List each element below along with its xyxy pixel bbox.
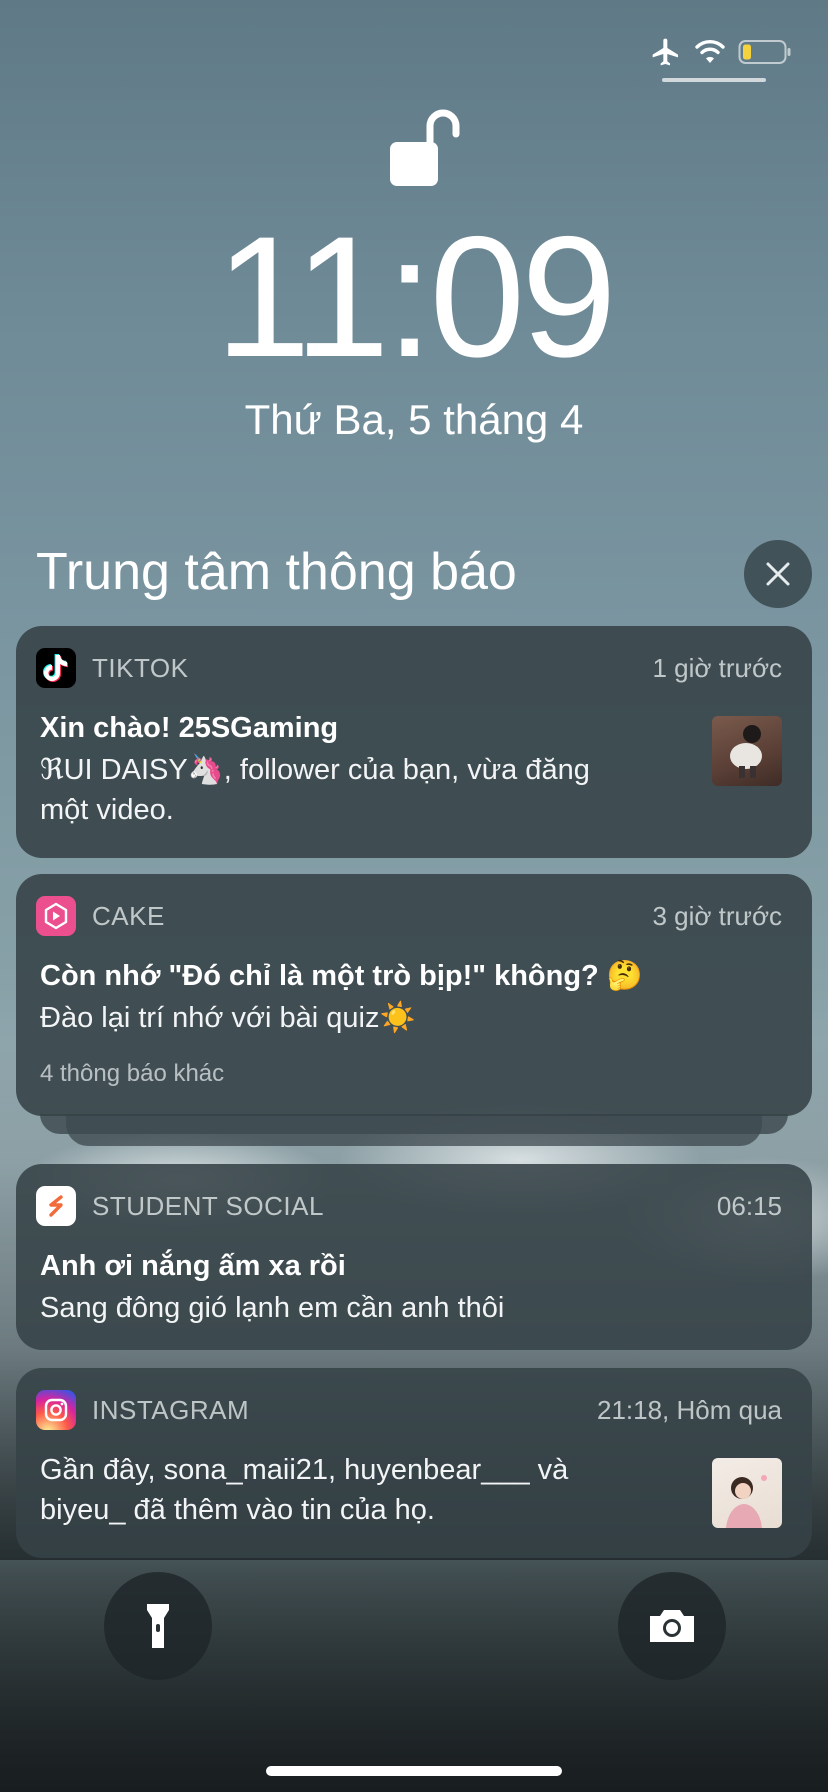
notification-time: 3 giờ trước: [652, 900, 782, 931]
notification-tiktok[interactable]: TIKTOK 1 giờ trước Xin chào! 25SGaming ℜ…: [16, 626, 812, 858]
story-thumbnail: [712, 1458, 782, 1528]
notification-body-line-1: Sang đông gió lạnh em cần anh thôi: [40, 1292, 505, 1324]
lock-time: 11:09: [215, 201, 617, 393]
notification-time: 06:15: [716, 1190, 782, 1221]
notification-instagram[interactable]: INSTAGRAM 21:18, Hôm qua Gần đây, sona_m…: [16, 1368, 812, 1558]
app-name: STUDENT SOCIAL: [92, 1190, 324, 1221]
notification-time: 21:18, Hôm qua: [596, 1394, 782, 1425]
unlocked-padlock-icon: [388, 104, 462, 188]
control-center-indicator[interactable]: [662, 78, 766, 82]
notification-body-line-1: Gần đây, sona_maii21, huyenbear___ và: [40, 1454, 569, 1486]
notification-cake[interactable]: CAKE 3 giờ trước Còn nhớ "Đó chỉ là một …: [16, 874, 812, 1116]
flashlight-icon: [147, 1604, 169, 1648]
camera-icon: [650, 1610, 694, 1642]
more-notifications-label: 4 thông báo khác: [40, 1060, 225, 1087]
notification-student-social[interactable]: STUDENT SOCIAL 06:15 Anh ơi nắng ấm xa r…: [16, 1164, 812, 1350]
battery-icon: [738, 39, 792, 70]
notification-body-line-1: ℜUI DAISY🦄, follower của bạn, vừa đăng: [40, 754, 590, 786]
notification-body-line-2: một video.: [40, 794, 174, 826]
student-social-icon: [36, 1186, 76, 1226]
notification-title: Xin chào! 25SGaming: [40, 712, 339, 744]
camera-button[interactable]: [618, 1572, 726, 1680]
instagram-icon: [36, 1390, 76, 1430]
notification-time: 1 giờ trước: [652, 652, 782, 683]
notification-title: Còn nhớ "Đó chỉ là một trò bịp!" không? …: [40, 960, 643, 992]
close-icon: [766, 562, 790, 586]
wifi-icon: [694, 39, 726, 70]
video-thumbnail: [712, 716, 782, 786]
clear-notifications-button[interactable]: [744, 540, 812, 608]
lock-date: Thứ Ba, 5 tháng 4: [244, 396, 584, 443]
notification-title: Anh ơi nắng ấm xa rồi: [40, 1250, 346, 1282]
notification-body-line-1: Đào lại trí nhớ với bài quiz☀️: [40, 1002, 416, 1034]
status-bar: [650, 36, 792, 73]
app-name: INSTAGRAM: [92, 1394, 250, 1425]
home-indicator[interactable]: [266, 1766, 562, 1776]
airplane-icon: [650, 36, 682, 73]
notification-center-title: Trung tâm thông báo: [36, 543, 517, 601]
notification-body-line-2: biyeu_ đã thêm vào tin của họ.: [40, 1494, 435, 1526]
stacked-notification-shadow: [40, 1114, 788, 1134]
app-name: CAKE: [92, 900, 165, 931]
app-name: TIKTOK: [92, 652, 189, 683]
cake-icon: [36, 896, 76, 936]
flashlight-button[interactable]: [104, 1572, 212, 1680]
tiktok-icon: [36, 648, 76, 688]
